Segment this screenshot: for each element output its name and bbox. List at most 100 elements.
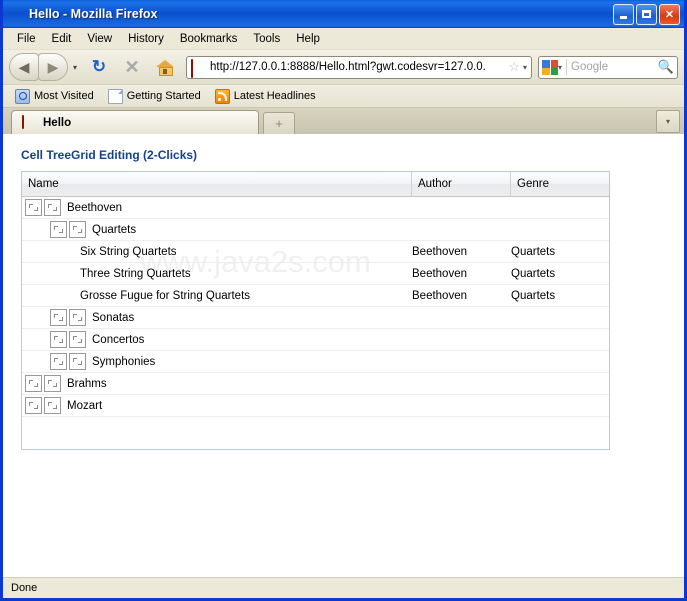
tree-node-icon[interactable] [44, 375, 61, 392]
tree-node-icon[interactable] [44, 397, 61, 414]
tree-node-icon[interactable] [69, 331, 86, 348]
search-input[interactable]: Google [571, 61, 658, 73]
table-row[interactable]: Concertos [22, 329, 609, 351]
table-row[interactable]: Grosse Fugue for String Quartets Beethove… [22, 285, 609, 307]
cell-name[interactable]: Beethoven [22, 197, 412, 218]
row-name-label: Mozart [67, 400, 102, 412]
menu-item-file[interactable]: File [9, 31, 44, 47]
status-bar: Done [3, 577, 684, 598]
url-bar[interactable]: http://127.0.0.1:8888/Hello.html?gwt.cod… [186, 56, 532, 79]
tab-strip: Hello + ▾ [3, 108, 684, 134]
tree-node-icon[interactable] [44, 199, 61, 216]
row-name-label: Sonatas [92, 312, 134, 324]
grid-header-row: Name Author Genre [22, 172, 609, 197]
tree-expander-icon[interactable] [50, 221, 67, 238]
row-name-label: Concertos [92, 334, 144, 346]
row-name-label: Grosse Fugue for String Quartets [80, 290, 250, 302]
back-forward-group: ◀ ▶ [9, 53, 68, 81]
row-name-label: Six String Quartets [80, 246, 177, 258]
menu-item-help[interactable]: Help [288, 31, 328, 47]
row-name-label: Symphonies [92, 356, 155, 368]
search-bar[interactable]: ▾ Google 🔍 [538, 56, 678, 79]
cell-name[interactable]: Three String Quartets [22, 263, 412, 284]
tree-expander-icon[interactable] [25, 397, 42, 414]
cell-author[interactable]: Beethoven [412, 268, 511, 280]
reload-button[interactable]: ↻ [84, 54, 114, 80]
cell-genre[interactable]: Quartets [511, 268, 609, 280]
bookmark-most-visited[interactable]: Most Visited [10, 88, 99, 105]
status-text: Done [11, 582, 37, 594]
page-icon [108, 89, 123, 104]
tree-expander-icon[interactable] [50, 353, 67, 370]
stop-button[interactable]: ✕ [117, 54, 147, 80]
cell-name[interactable]: Symphonies [22, 351, 412, 372]
firefox-icon [8, 6, 24, 22]
table-row[interactable]: Sonatas [22, 307, 609, 329]
table-row[interactable]: Brahms [22, 373, 609, 395]
cell-name[interactable]: Brahms [22, 373, 412, 394]
tab-hello[interactable]: Hello [11, 110, 259, 134]
cell-author[interactable]: Beethoven [412, 246, 511, 258]
forward-button[interactable]: ▶ [38, 53, 68, 81]
grid-empty-space [22, 417, 609, 449]
menu-bar: File Edit View History Bookmarks Tools H… [3, 28, 684, 50]
tree-expander-icon[interactable] [25, 199, 42, 216]
tab-label: Hello [43, 117, 71, 129]
column-header-genre[interactable]: Genre [511, 172, 609, 196]
tree-expander-icon[interactable] [50, 309, 67, 326]
cell-name[interactable]: Concertos [22, 329, 412, 350]
table-row[interactable]: Symphonies [22, 351, 609, 373]
column-header-author[interactable]: Author [412, 172, 511, 196]
cell-author[interactable]: Beethoven [412, 290, 511, 302]
menu-item-bookmarks[interactable]: Bookmarks [172, 31, 246, 47]
new-tab-button[interactable]: + [263, 112, 295, 134]
grid-body: BeethovenQuartetsSix String QuartetsBeet… [22, 197, 609, 417]
menu-item-tools[interactable]: Tools [245, 31, 288, 47]
tree-node-icon[interactable] [69, 353, 86, 370]
home-button[interactable] [150, 54, 180, 80]
cell-name[interactable]: Grosse Fugue for String Quartets [22, 285, 412, 306]
table-row[interactable]: Mozart [22, 395, 609, 417]
cell-genre[interactable]: Quartets [511, 246, 609, 258]
close-button[interactable]: ✕ [659, 4, 680, 25]
history-dropdown-icon[interactable]: ▾ [73, 63, 77, 72]
table-row[interactable]: Beethoven [22, 197, 609, 219]
menu-item-view[interactable]: View [79, 31, 120, 47]
google-logo-icon [542, 60, 558, 75]
cell-name[interactable]: Sonatas [22, 307, 412, 328]
home-icon [156, 59, 174, 75]
bookmark-label: Most Visited [34, 90, 94, 102]
bookmark-label: Getting Started [127, 90, 201, 102]
row-name-label: Brahms [67, 378, 107, 390]
menu-item-edit[interactable]: Edit [44, 31, 80, 47]
magnifier-icon[interactable]: 🔍 [658, 59, 674, 75]
menu-item-history[interactable]: History [120, 31, 172, 47]
maximize-button[interactable] [636, 4, 657, 25]
table-row[interactable]: Quartets [22, 219, 609, 241]
bookmark-star-icon[interactable]: ☆ [508, 59, 520, 75]
cell-genre[interactable]: Quartets [511, 290, 609, 302]
tree-expander-icon[interactable] [50, 331, 67, 348]
bookmarks-toolbar: Most Visited Getting Started Latest Head… [3, 85, 684, 108]
cell-name[interactable]: Six String Quartets [22, 241, 412, 262]
tree-node-icon[interactable] [69, 309, 86, 326]
title-bar: Hello - Mozilla Firefox ✕ [3, 0, 684, 28]
cell-name[interactable]: Quartets [22, 219, 412, 240]
tree-expander-icon[interactable] [25, 375, 42, 392]
url-input[interactable]: http://127.0.0.1:8888/Hello.html?gwt.cod… [210, 61, 505, 73]
bookmark-label: Latest Headlines [234, 90, 316, 102]
tree-node-icon[interactable] [69, 221, 86, 238]
url-dropdown-icon[interactable]: ▾ [523, 63, 527, 72]
gwt-icon [22, 116, 37, 130]
bookmark-getting-started[interactable]: Getting Started [103, 88, 206, 105]
column-header-name[interactable]: Name [22, 172, 412, 196]
tab-list-button[interactable]: ▾ [656, 110, 680, 133]
minimize-button[interactable] [613, 4, 634, 25]
back-button[interactable]: ◀ [9, 53, 39, 81]
bookmark-latest-headlines[interactable]: Latest Headlines [210, 88, 321, 105]
search-engine-dropdown-icon[interactable]: ▾ [558, 63, 562, 72]
table-row[interactable]: Three String QuartetsBeethovenQuartets [22, 263, 609, 285]
window-title: Hello - Mozilla Firefox [29, 7, 613, 21]
cell-name[interactable]: Mozart [22, 395, 412, 416]
table-row[interactable]: Six String Quartets BeethovenQuartets [22, 241, 609, 263]
